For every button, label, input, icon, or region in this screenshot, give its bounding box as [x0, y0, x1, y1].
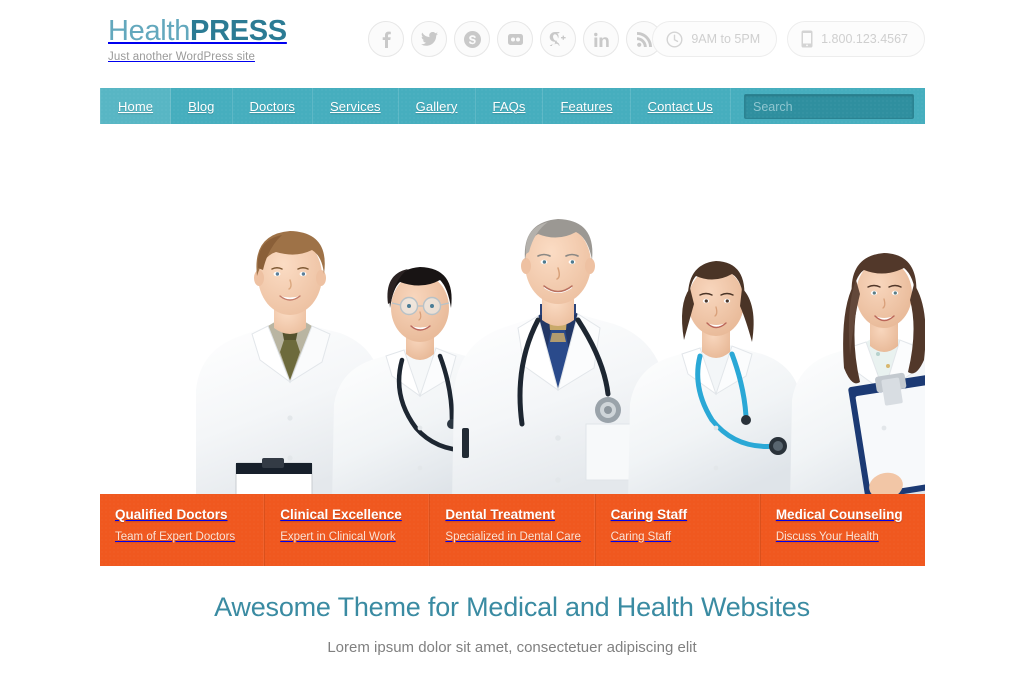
phone-pill: 1.800.123.4567: [787, 21, 925, 57]
nav-item-doctors[interactable]: Doctors: [233, 88, 313, 124]
intro-section: Awesome Theme for Medical and Health Web…: [0, 592, 1024, 656]
search-box[interactable]: [744, 94, 942, 119]
feature-subtitle: Discuss Your Health: [775, 531, 879, 543]
site-logo[interactable]: HealthPRESS Just another WordPress site: [108, 17, 287, 64]
twitter-icon[interactable]: [411, 21, 447, 57]
office-hours-pill: 9AM to 5PM: [652, 21, 778, 57]
feature-box-clinical-excellence[interactable]: Clinical Excellence Expert in Clinical W…: [265, 494, 431, 566]
nav-item-faqs[interactable]: FAQs: [476, 88, 544, 124]
linkedin-icon[interactable]: [583, 21, 619, 57]
feature-subtitle: Caring Staff: [610, 531, 672, 543]
feature-subtitle: Team of Expert Doctors: [115, 531, 236, 543]
nav-item-blog[interactable]: Blog: [171, 88, 233, 124]
feature-title: Medical Counseling: [775, 507, 903, 522]
social-links: [368, 21, 662, 57]
intro-heading: Awesome Theme for Medical and Health Web…: [214, 592, 810, 622]
google-plus-icon[interactable]: [540, 21, 576, 57]
feature-box-caring-staff[interactable]: Caring Staff Caring Staff: [596, 494, 761, 566]
clock-icon: [666, 30, 683, 48]
feature-title: Clinical Excellence: [280, 507, 402, 522]
nav-item-gallery[interactable]: Gallery: [399, 88, 476, 124]
feature-box-qualified-doctors[interactable]: Qualified Doctors Team of Expert Doctors: [100, 494, 266, 566]
feature-title: Caring Staff: [610, 507, 688, 522]
search-submit-button[interactable]: [922, 95, 947, 118]
hero-slider: Qualified Doctors Team of Expert Doctors…: [100, 128, 925, 566]
logo-text: HealthPRESS: [108, 17, 287, 46]
flickr-icon[interactable]: [497, 21, 533, 57]
feature-title: Qualified Doctors: [115, 507, 228, 522]
mobile-phone-icon: [801, 30, 813, 48]
feature-strip: Qualified Doctors Team of Expert Doctors…: [100, 494, 925, 566]
nav-item-contact-us[interactable]: Contact Us: [631, 88, 731, 124]
site-header: HealthPRESS Just another WordPress site: [0, 0, 1024, 78]
search-input[interactable]: [745, 99, 922, 114]
skype-icon[interactable]: [454, 21, 490, 57]
feature-box-medical-counseling[interactable]: Medical Counseling Discuss Your Health: [761, 494, 925, 566]
page-root: HealthPRESS Just another WordPress site: [0, 0, 1024, 676]
phone-number-text: 1.800.123.4567: [821, 32, 908, 46]
nav-item-home[interactable]: Home: [100, 88, 172, 124]
intro-subheading: Lorem ipsum dolor sit amet, consectetuer…: [327, 639, 697, 656]
logo-text-light: Health: [108, 15, 191, 47]
facebook-icon[interactable]: [368, 21, 404, 57]
logo-text-bold: PRESS: [190, 15, 287, 47]
site-tagline: Just another WordPress site: [108, 51, 255, 63]
header-contact-info: 9AM to 5PM 1.800.123.4567: [652, 21, 925, 57]
feature-box-dental-treatment[interactable]: Dental Treatment Specialized in Dental C…: [430, 494, 596, 566]
nav-item-services[interactable]: Services: [313, 88, 399, 124]
main-navigation: Home Blog Doctors Services Gallery FAQs …: [100, 88, 942, 124]
feature-title: Dental Treatment: [445, 507, 555, 522]
office-hours-text: 9AM to 5PM: [691, 32, 761, 46]
nav-item-features[interactable]: Features: [543, 88, 631, 124]
feature-subtitle: Expert in Clinical Work: [280, 531, 396, 543]
hero-image-doctors-team: [100, 128, 925, 503]
feature-subtitle: Specialized in Dental Care: [445, 531, 581, 543]
search-icon: [928, 98, 942, 115]
